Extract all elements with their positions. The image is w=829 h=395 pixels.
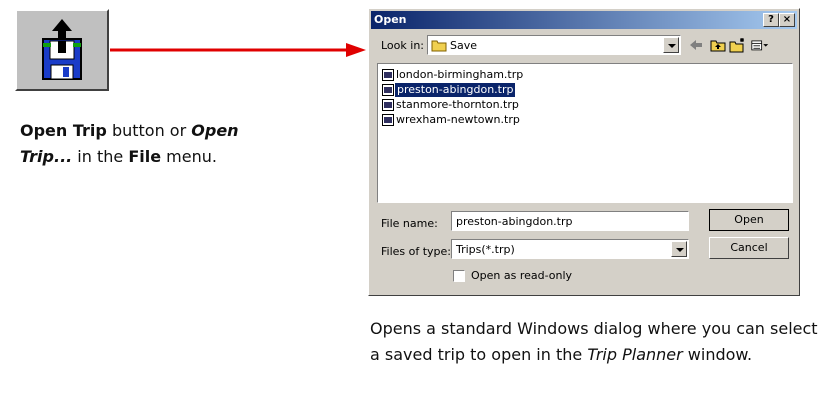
list-item[interactable]: london-birmingham.trp [382, 68, 523, 82]
caption-trip-planner: Trip Planner [587, 345, 683, 364]
open-trip-icon [42, 19, 82, 80]
list-item[interactable]: wrexham-newtown.trp [382, 113, 520, 127]
open-dialog: Open ? × Look in: Save london-birmingham… [368, 8, 800, 296]
cancel-button[interactable]: Cancel [709, 237, 789, 259]
back-icon[interactable] [687, 37, 705, 53]
read-only-checkbox[interactable] [453, 270, 465, 282]
file-name-input[interactable] [451, 211, 689, 231]
look-in-dropdown[interactable]: Save [427, 35, 681, 55]
file-list[interactable]: london-birmingham.trp preston-abingdon.t… [377, 63, 793, 203]
list-item[interactable]: preston-abingdon.trp [382, 83, 516, 97]
dialog-title: Open [374, 13, 407, 26]
open-button[interactable]: Open [709, 209, 789, 231]
trip-file-icon [382, 69, 394, 81]
trip-file-icon [382, 84, 394, 96]
look-in-dropdown-button[interactable] [663, 37, 679, 53]
up-one-level-icon[interactable] [709, 37, 727, 53]
left-caption: Open Trip button or Open Trip... in the … [20, 121, 239, 166]
caption-file-menu: File [128, 147, 162, 166]
look-in-value: Save [450, 39, 478, 52]
file-name-label: File name: [381, 217, 438, 230]
open-trip-toolbar-button[interactable] [15, 9, 109, 91]
dialog-titlebar[interactable]: Open ? × [371, 11, 797, 29]
files-of-type-dropdown[interactable]: Trips(*.trp) [451, 239, 689, 259]
look-in-label: Look in: [381, 39, 424, 52]
read-only-label: Open as read-only [471, 269, 573, 282]
right-caption: Opens a standard Windows dialog where yo… [370, 319, 818, 364]
files-of-type-value: Trips(*.trp) [456, 243, 515, 256]
pointer-arrow [110, 43, 366, 57]
close-button[interactable]: × [779, 13, 795, 27]
trip-file-icon [382, 99, 394, 111]
trip-file-icon [382, 114, 394, 126]
new-folder-icon[interactable] [729, 37, 747, 53]
files-of-type-label: Files of type: [381, 245, 452, 258]
folder-icon [431, 40, 447, 52]
view-menu-icon[interactable] [751, 37, 769, 53]
list-item[interactable]: stanmore-thornton.trp [382, 98, 519, 112]
files-of-type-dropdown-button[interactable] [671, 241, 687, 257]
caption-open-trip: Open Trip [20, 121, 107, 140]
help-button[interactable]: ? [763, 13, 779, 27]
